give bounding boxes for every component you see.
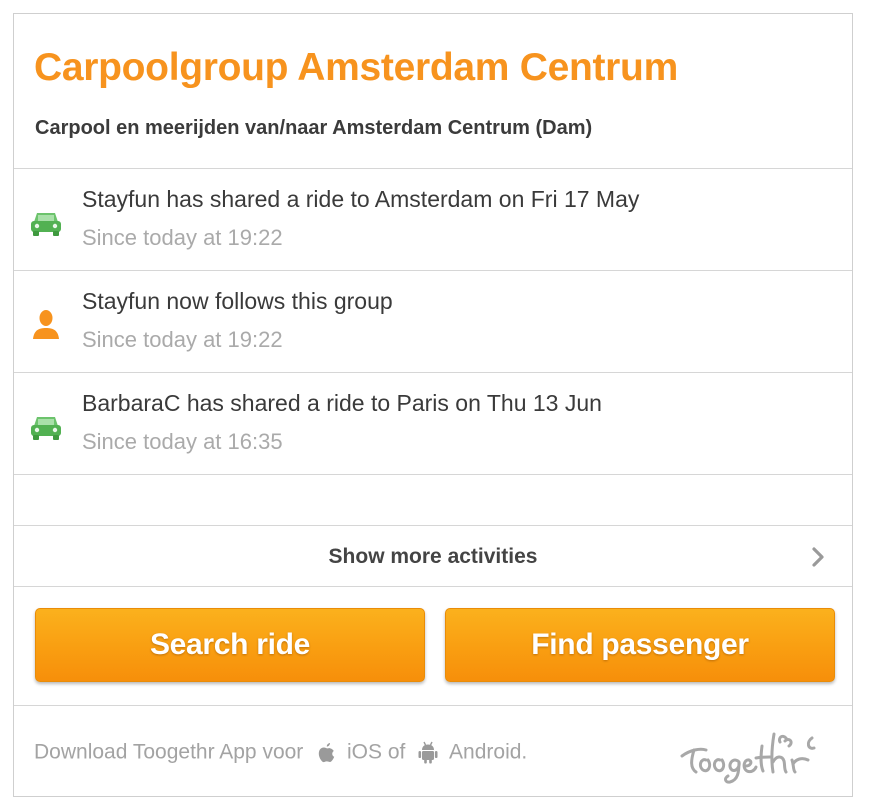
activity-item[interactable]: Stayfun now follows this group Since tod…: [14, 271, 852, 373]
search-ride-button[interactable]: Search ride: [35, 608, 425, 682]
action-buttons: Search ride Find passenger: [14, 587, 852, 706]
ios-label[interactable]: iOS of: [347, 740, 405, 763]
show-more-activities-button[interactable]: Show more activities: [14, 526, 852, 587]
activity-time: Since today at 16:35: [82, 429, 283, 454]
group-subtitle: Carpool en meerijden van/naar Amsterdam …: [35, 117, 593, 139]
person-icon: [33, 310, 59, 339]
group-title[interactable]: Carpoolgroup Amsterdam Centrum: [34, 46, 678, 90]
app-download-footer: Download Toogethr App voor iOS of Androi…: [14, 706, 852, 798]
toogethr-logo[interactable]: [676, 720, 832, 786]
show-more-label: Show more activities: [328, 545, 538, 568]
car-icon: [31, 417, 61, 440]
chevron-right-icon: [812, 547, 824, 567]
activity-time: Since today at 19:22: [82, 327, 283, 352]
activity-text: Stayfun has shared a ride to Amsterdam o…: [82, 186, 640, 212]
activity-item[interactable]: Stayfun has shared a ride to Amsterdam o…: [14, 169, 852, 271]
android-icon[interactable]: [417, 740, 439, 764]
carpool-widget: Carpoolgroup Amsterdam Centrum Carpool e…: [13, 13, 853, 797]
empty-activity-row: [14, 475, 852, 526]
activity-text: Stayfun now follows this group: [82, 288, 393, 314]
car-icon: [31, 213, 61, 236]
activity-item[interactable]: BarbaraC has shared a ride to Paris on T…: [14, 373, 852, 475]
activity-text: BarbaraC has shared a ride to Paris on T…: [82, 390, 602, 416]
download-text: Download Toogethr App voor iOS of Androi…: [34, 740, 527, 764]
android-label[interactable]: Android.: [449, 740, 527, 763]
download-prefix: Download Toogethr App voor: [34, 740, 304, 764]
find-passenger-button[interactable]: Find passenger: [445, 608, 835, 682]
apple-icon[interactable]: [315, 740, 337, 764]
group-header: Carpoolgroup Amsterdam Centrum Carpool e…: [14, 14, 852, 169]
activity-time: Since today at 19:22: [82, 225, 283, 250]
